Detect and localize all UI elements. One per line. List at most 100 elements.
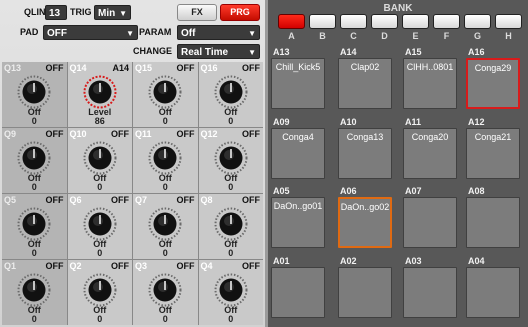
knob-value: 0: [31, 116, 37, 126]
knob-assignment: OFF: [45, 261, 64, 271]
trig-label: TRIG: [70, 7, 92, 17]
pad-number-label: A01: [273, 256, 290, 266]
knob-qlink-label: Q5: [4, 195, 17, 205]
trig-select[interactable]: Min ▼: [94, 5, 131, 20]
knob-qlink-label: Q13: [4, 63, 22, 73]
drum-pad[interactable]: DaOn..go01: [271, 197, 325, 248]
knob-cell: Q16 OFF Off 0: [198, 62, 263, 127]
bank-title: BANK: [383, 3, 413, 14]
knob-qlink-label: Q7: [135, 195, 148, 205]
drum-pad[interactable]: Conga13: [338, 128, 392, 179]
pad-sample-name: DaOn..go02: [340, 202, 390, 212]
bank-button-c[interactable]: [340, 14, 367, 29]
pad-select[interactable]: OFF ▼: [43, 25, 138, 40]
knob[interactable]: [214, 273, 248, 307]
trig-value: Min: [98, 8, 116, 19]
drum-pad[interactable]: DaOn..go02: [338, 197, 392, 248]
pad-number-label: A11: [405, 117, 422, 127]
pad-panel: BANK A B C D E F G H A13 Chill_Kick5 A14 Clap02 A15…: [268, 0, 528, 327]
drum-pad[interactable]: Conga4: [271, 128, 325, 179]
qlink-value[interactable]: 13: [45, 5, 67, 20]
knob[interactable]: [17, 207, 51, 241]
knob[interactable]: [148, 75, 182, 109]
knob[interactable]: [17, 273, 51, 307]
knob-value: 0: [162, 248, 168, 258]
drum-pad[interactable]: Conga20: [403, 128, 457, 179]
knob-qlink-label: Q4: [200, 261, 213, 271]
drum-pad[interactable]: Clap02: [338, 58, 392, 109]
knob-value: 86: [94, 116, 105, 126]
knob-cell: Q5 OFF Off 0: [2, 194, 67, 259]
pad-number-label: A06: [340, 186, 357, 196]
pad-sample-name: Conga4: [282, 132, 314, 142]
knob[interactable]: [214, 141, 248, 175]
pad-number-label: A10: [340, 117, 357, 127]
pad-number-label: A09: [273, 117, 290, 127]
chevron-down-icon: ▼: [119, 9, 127, 18]
bank-label: E: [412, 31, 419, 41]
bank-label: G: [473, 31, 481, 41]
knob-qlink-label: Q3: [135, 261, 148, 271]
drum-pad[interactable]: Conga21: [466, 128, 520, 179]
drum-pad[interactable]: [466, 197, 520, 248]
knob[interactable]: [83, 75, 117, 109]
knob-value: 0: [228, 116, 234, 126]
knob[interactable]: [148, 207, 182, 241]
bank-button-a[interactable]: [278, 14, 305, 29]
knob-qlink-label: Q8: [200, 195, 213, 205]
knob-value: 0: [31, 248, 37, 258]
knob[interactable]: [83, 273, 117, 307]
knob-qlink-label: Q11: [135, 129, 152, 139]
knob-assignment: OFF: [111, 261, 129, 271]
change-select[interactable]: Real Time ▼: [177, 44, 260, 59]
knob[interactable]: [148, 273, 182, 307]
knob[interactable]: [17, 141, 51, 175]
pad-sample-name: DaOn..go01: [273, 201, 323, 211]
drum-pad[interactable]: Conga29: [466, 58, 520, 109]
knob[interactable]: [17, 75, 51, 109]
knob-qlink-label: Q12: [200, 129, 218, 139]
pad-number-label: A13: [273, 47, 290, 57]
knob[interactable]: [148, 141, 182, 175]
param-label: PARAM: [139, 27, 172, 37]
knob-qlink-label: Q6: [69, 195, 82, 205]
pad-number-label: A05: [273, 186, 290, 196]
bank-button-h[interactable]: [495, 14, 522, 29]
bank-button-b[interactable]: [309, 14, 336, 29]
knob-assignment: OFF: [242, 129, 260, 139]
drum-pad[interactable]: Chill_Kick5: [271, 58, 325, 109]
bank-label: D: [381, 31, 388, 41]
knob[interactable]: [214, 75, 248, 109]
knob-value: 0: [228, 314, 234, 324]
knob-value: 0: [97, 182, 103, 192]
drum-pad[interactable]: [338, 267, 392, 318]
knob[interactable]: [83, 207, 117, 241]
bank-button-e[interactable]: [402, 14, 429, 29]
knob[interactable]: [214, 207, 248, 241]
knob-value: 0: [162, 182, 168, 192]
drum-pad[interactable]: [403, 267, 457, 318]
pad-number-label: A04: [468, 256, 485, 266]
bank-button-d[interactable]: [371, 14, 398, 29]
knob[interactable]: [83, 141, 117, 175]
knob-value: 0: [228, 182, 234, 192]
knob-value: 0: [97, 248, 103, 258]
knob-cell: Q14 A14 Level 86: [67, 62, 132, 127]
param-select[interactable]: Off ▼: [177, 25, 260, 40]
knob-cell: Q9 OFF Off 0: [2, 128, 67, 193]
param-value: Off: [181, 28, 196, 39]
drum-pad[interactable]: [271, 267, 325, 318]
prg-button[interactable]: PRG: [220, 4, 260, 21]
q-link-knob-grid: Q13 OFF Off 0 Q14 A14 Level 86 Q15 OFF Off 0 Q16 OFF O…: [2, 62, 263, 325]
drum-pad[interactable]: [466, 267, 520, 318]
change-label: CHANGE: [133, 46, 173, 56]
bank-button-g[interactable]: [464, 14, 491, 29]
pad-number-label: A07: [405, 186, 422, 196]
fx-button[interactable]: FX: [177, 4, 217, 21]
drum-pad[interactable]: [403, 197, 457, 248]
bank-button-f[interactable]: [433, 14, 460, 29]
chevron-down-icon: ▼: [248, 29, 256, 38]
knob-qlink-label: Q1: [4, 261, 17, 271]
pad-number-label: A03: [405, 256, 422, 266]
drum-pad[interactable]: ClHH..0801: [403, 58, 457, 109]
